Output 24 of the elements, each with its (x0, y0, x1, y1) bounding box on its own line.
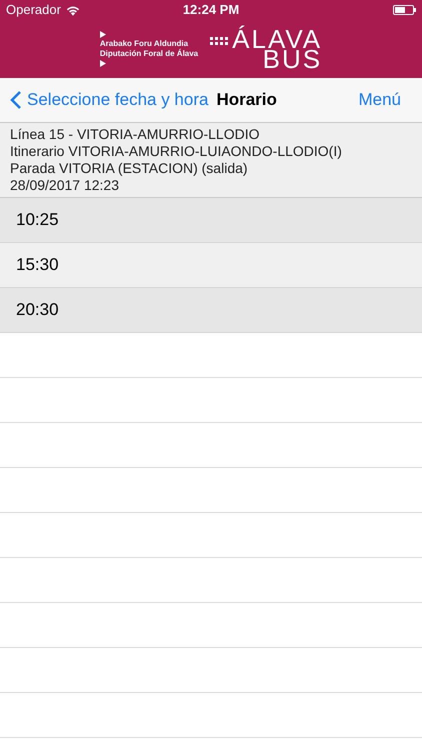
battery-icon (393, 5, 416, 15)
time-row[interactable]: 15:30 (0, 243, 422, 288)
back-button[interactable]: Seleccione fecha y hora (10, 87, 208, 113)
time-label: 15:30 (16, 254, 59, 276)
time-row[interactable]: 20:30 (0, 288, 422, 333)
info-line: Línea 15 - VITORIA-AMURRIO-LLODIO (10, 126, 260, 143)
triangle-icon (100, 31, 106, 38)
wifi-icon (66, 4, 80, 16)
brand-name: BUS (262, 49, 322, 69)
dots-icon (210, 37, 228, 45)
time-label: 10:25 (16, 209, 59, 232)
chevron-icon (10, 90, 22, 110)
info-line: Parada VITORIA (ESTACION) (salida) (10, 160, 249, 177)
carrier-label: Operador (6, 1, 61, 20)
time-label: 20:30 (16, 299, 59, 322)
time-row[interactable]: 10:25 (0, 198, 422, 243)
menu-button[interactable]: Menú (358, 87, 401, 113)
info-line: 28/09/2017 12:23 (10, 177, 120, 194)
status-time: 12:24 PM (182, 1, 240, 20)
screen-title: Horario (216, 89, 277, 112)
org-name: Diputación Foral de Álava (100, 49, 198, 59)
org-name: Arabako Foru Aldundia (100, 39, 190, 48)
info-line: Itinerario VITORIA-AMURRIO-LUIAONDO-LLODIO(I) (10, 143, 343, 160)
triangle-icon (100, 60, 106, 67)
